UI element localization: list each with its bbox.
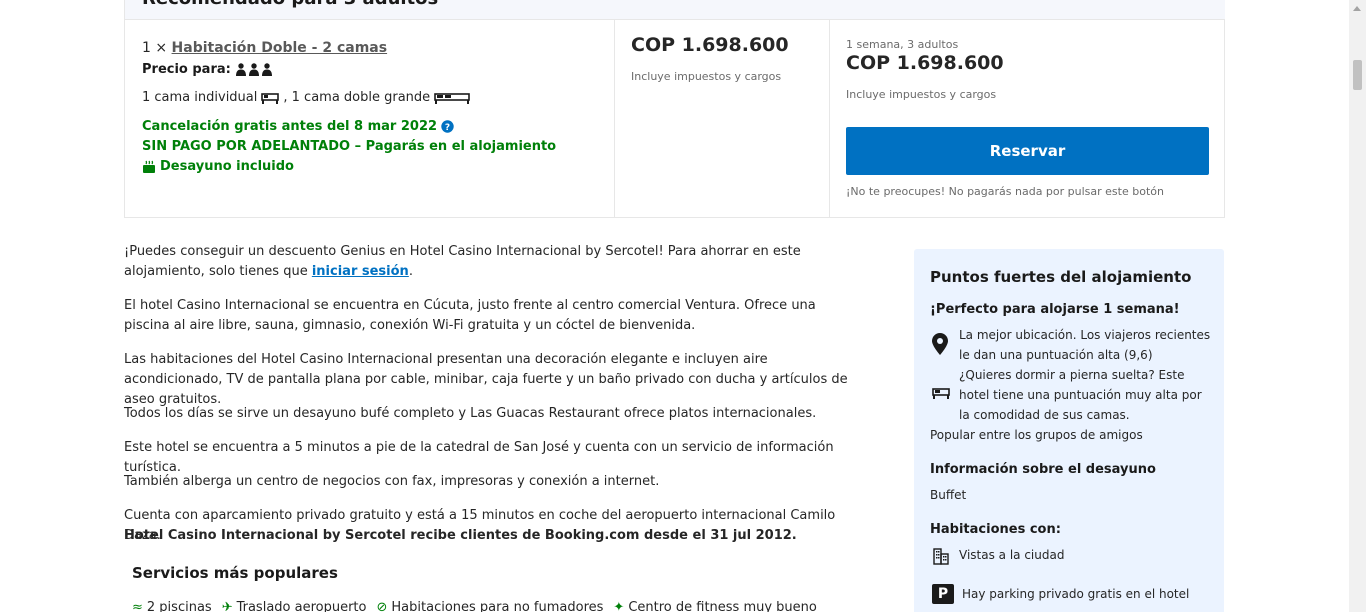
description-paragraph: Todos los días se sirve un desayuno bufé… <box>124 406 817 421</box>
double-bed-icon <box>434 92 470 104</box>
room-name-link[interactable]: Habitación Doble - 2 camas <box>172 40 388 56</box>
service-label: Habitaciones para no fumadores <box>391 600 604 612</box>
price-for-label: Precio para: <box>142 62 231 77</box>
total-price: COP 1.698.600 <box>846 52 1004 74</box>
three-adults-icon <box>235 63 272 76</box>
free-cancellation-text: Cancelación gratis antes del 8 mar 2022 <box>142 119 438 134</box>
card-header: Recomendado para 3 adultos <box>125 0 1225 20</box>
description-paragraph: También alberga un centro de negocios co… <box>124 474 660 489</box>
room-quantity: 1 × <box>142 40 168 56</box>
total-tax-note: Incluye impuestos y cargos <box>846 88 997 101</box>
breakfast-text: Desayuno incluido <box>160 159 294 174</box>
room-line: 1 × Habitación Doble - 2 camas <box>142 40 387 56</box>
reserve-note: ¡No te preocupes! No pagarás nada por pu… <box>846 185 1164 198</box>
room-tax-note: Incluye impuestos y cargos <box>631 70 782 83</box>
question-icon[interactable]: ? <box>441 120 454 133</box>
column-divider <box>829 20 830 218</box>
no-prepayment: SIN PAGO POR ADELANTADO – Pagarás en el … <box>142 139 557 154</box>
location-pin-icon <box>932 333 948 355</box>
login-link[interactable]: iniciar sesión <box>312 264 409 279</box>
highlight-location: La mejor ubicación. Los viajeros recient… <box>959 328 1211 362</box>
bed-icon <box>932 387 950 399</box>
service-item: ✈ Traslado aeropuerto <box>222 600 367 612</box>
city-buildings-icon <box>932 547 950 565</box>
scroll-up-arrow-icon[interactable] <box>1349 0 1366 17</box>
card-header-title: Recomendado para 3 adultos <box>142 0 438 9</box>
fitness-icon: ✦ <box>613 600 625 612</box>
highlight-groups: Popular entre los grupos de amigos <box>930 428 1143 442</box>
highlights-title: Puntos fuertes del alojamiento <box>930 268 1192 286</box>
room-card: Recomendado para 3 adultos 1 × Habitació… <box>124 0 1225 218</box>
free-cancellation: Cancelación gratis antes del 8 mar 2022 … <box>142 119 454 134</box>
column-divider <box>614 20 615 218</box>
bed-info: 1 cama individual , 1 cama doble grande <box>142 90 470 105</box>
coffee-cup-icon <box>143 160 155 173</box>
scrollbar-thumb[interactable] <box>1353 60 1362 90</box>
svg-text:?: ? <box>445 123 450 133</box>
shuttle-icon: ✈ <box>221 600 233 612</box>
description-paragraph: Las habitaciones del Hotel Casino Intern… <box>124 352 848 407</box>
bed-text-double: , 1 cama doble grande <box>283 90 431 105</box>
breakfast-included: Desayuno incluido <box>142 159 294 174</box>
service-label: 2 piscinas <box>146 600 212 612</box>
no-smoking-icon: ⊘ <box>376 600 388 612</box>
parking-badge: P <box>932 584 954 604</box>
service-item: ≈2 piscinas <box>132 600 212 612</box>
highlight-sleep: ¿Quieres dormir a pierna suelta? Este ho… <box>959 368 1202 422</box>
booking-since: Hotel Casino Internacional by Sercotel r… <box>124 528 797 543</box>
genius-paragraph: ¡Puedes conseguir un descuento Genius en… <box>124 242 854 282</box>
services-title: Servicios más populares <box>132 564 338 582</box>
stay-summary: 1 semana, 3 adultos <box>846 38 959 51</box>
parking-info: Hay parking privado gratis en el hotel <box>962 587 1190 601</box>
highlights-subtitle: ¡Perfecto para alojarse 1 semana! <box>930 302 1180 317</box>
single-bed-icon <box>261 92 280 104</box>
service-item: ⊘ Habitaciones para no fumadores <box>377 600 604 612</box>
services-list: ≈2 piscinas ✈ Traslado aeropuerto ⊘ Habita… <box>132 600 817 612</box>
service-item: ✦ Centro de fitness muy bueno <box>613 600 816 612</box>
bed-text-single: 1 cama individual <box>142 90 258 105</box>
city-view: Vistas a la ciudad <box>959 548 1065 562</box>
price-for: Precio para: <box>142 62 273 77</box>
description-paragraph: El hotel Casino Internacional se encuent… <box>124 298 816 333</box>
room-price: COP 1.698.600 <box>631 34 789 56</box>
reserve-button[interactable]: Reservar <box>846 127 1209 175</box>
breakfast-info-heading: Información sobre el desayuno <box>930 462 1156 477</box>
genius-end: . <box>408 264 413 279</box>
property-highlights: Puntos fuertes del alojamiento ¡Perfecto… <box>914 249 1224 612</box>
parking-icon: P <box>932 584 954 604</box>
service-label: Traslado aeropuerto <box>236 600 367 612</box>
breakfast-info-value: Buffet <box>930 488 967 502</box>
pool-icon: ≈ <box>132 600 143 612</box>
genius-text: ¡Puedes conseguir un descuento Genius en… <box>124 244 801 279</box>
service-label: Centro de fitness muy bueno <box>628 600 817 612</box>
rooms-with-heading: Habitaciones con: <box>930 522 1061 537</box>
vertical-scrollbar[interactable] <box>1349 0 1366 612</box>
